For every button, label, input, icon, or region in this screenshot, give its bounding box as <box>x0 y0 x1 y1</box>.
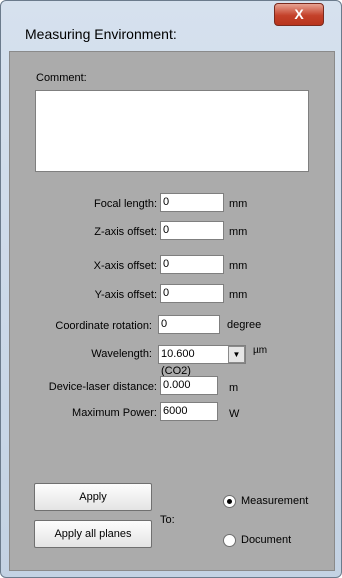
apply-all-planes-button[interactable]: Apply all planes <box>34 520 152 548</box>
dialog-window: Measuring Environment: X Comment: Focal … <box>0 0 342 578</box>
close-button[interactable]: X <box>274 3 324 26</box>
x-axis-offset-input[interactable]: 0 <box>160 255 224 274</box>
title-bar[interactable]: Measuring Environment: X <box>1 1 341 42</box>
radio-selected-dot <box>227 499 232 504</box>
x-axis-offset-label: X-axis offset: <box>93 260 157 272</box>
document-radio-label[interactable]: Document <box>241 534 291 546</box>
x-axis-offset-unit: mm <box>229 260 248 272</box>
coordinate-rotation-label: Coordinate rotation: <box>55 320 152 332</box>
chevron-down-icon[interactable]: ▼ <box>228 346 245 363</box>
y-axis-offset-unit: mm <box>229 289 248 301</box>
z-axis-offset-label: Z-axis offset: <box>94 226 157 238</box>
target-label: To: <box>160 514 175 526</box>
maximum-power-label: Maximum Power: <box>72 407 157 419</box>
wavelength-value: 10.600 (CO2) <box>161 348 195 377</box>
comment-label: Comment: <box>36 72 87 84</box>
device-laser-distance-label: Device-laser distance: <box>48 381 157 393</box>
measurement-radio[interactable] <box>223 495 236 508</box>
window-title: Measuring Environment: <box>25 26 177 42</box>
maximum-power-unit: W <box>229 408 240 420</box>
focal-length-unit: mm <box>229 198 248 210</box>
device-laser-distance-unit: m <box>229 382 239 394</box>
dialog-body: Comment: Focal length: 0 mm Z-axis offse… <box>9 51 335 571</box>
coordinate-rotation-input[interactable]: 0 <box>158 315 220 334</box>
apply-button[interactable]: Apply <box>34 483 152 511</box>
y-axis-offset-label: Y-axis offset: <box>94 289 157 301</box>
z-axis-offset-unit: mm <box>229 226 248 238</box>
device-laser-distance-input[interactable]: 0.000 <box>160 376 218 395</box>
wavelength-unit: µm <box>253 345 268 356</box>
z-axis-offset-input[interactable]: 0 <box>160 221 224 240</box>
y-axis-offset-input[interactable]: 0 <box>160 284 224 303</box>
measurement-radio-label[interactable]: Measurement <box>241 495 308 507</box>
document-radio[interactable] <box>223 534 236 547</box>
focal-length-label: Focal length: <box>94 198 157 210</box>
coordinate-rotation-unit: degree <box>227 319 262 331</box>
comment-textarea[interactable] <box>35 90 309 172</box>
close-icon: X <box>294 6 304 22</box>
focal-length-input[interactable]: 0 <box>160 193 224 212</box>
wavelength-label: Wavelength: <box>91 348 152 360</box>
maximum-power-input[interactable]: 6000 <box>160 402 218 421</box>
